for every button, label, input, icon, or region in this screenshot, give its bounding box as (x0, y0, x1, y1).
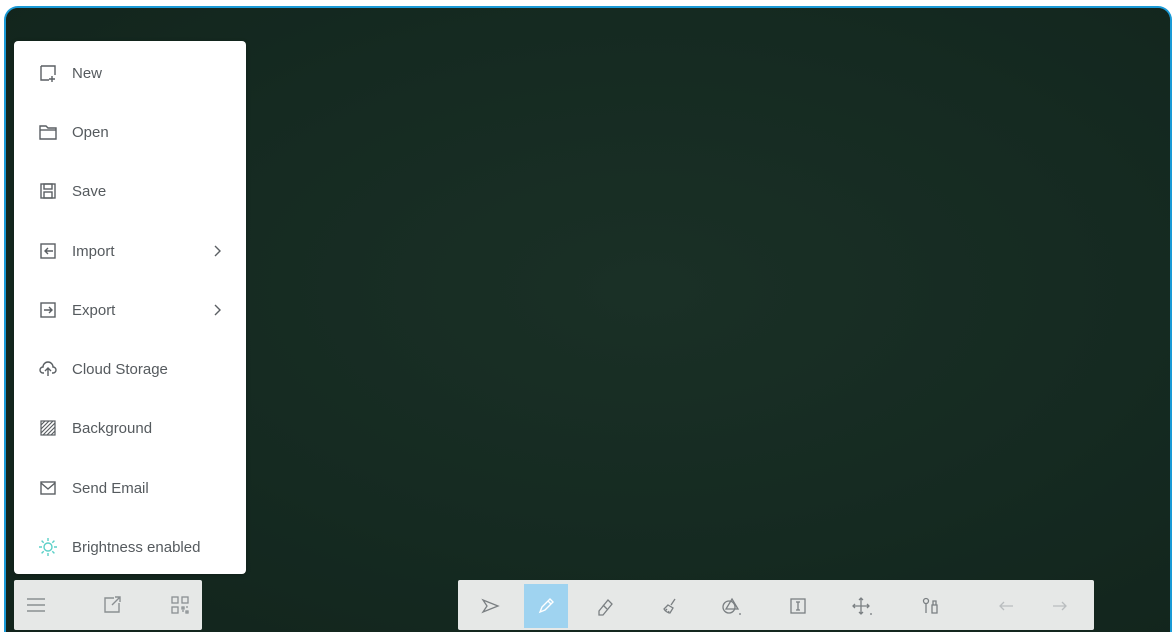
shape-icon (721, 596, 743, 616)
tools-button[interactable] (908, 584, 952, 628)
eraser-tool-button[interactable] (582, 584, 626, 628)
tools-icon (920, 596, 940, 616)
save-icon (38, 181, 58, 201)
share-button[interactable] (94, 588, 130, 622)
text-box-tool-button[interactable] (776, 584, 820, 628)
menu-item-label: Brightness enabled (72, 538, 201, 556)
menu-item-save[interactable]: Save (14, 166, 246, 216)
clear-icon (660, 596, 680, 616)
menu-item-label: New (72, 64, 103, 82)
qr-code-icon (170, 595, 190, 615)
left-toolbar (14, 580, 202, 630)
menu-item-open[interactable]: Open (14, 107, 246, 157)
mail-icon (38, 478, 58, 498)
folder-icon (38, 122, 58, 142)
menu-item-cloud-storage[interactable]: Cloud Storage (14, 344, 246, 394)
pen-icon (536, 596, 556, 616)
menu-item-label: Save (72, 182, 107, 200)
share-icon (102, 595, 122, 615)
chevron-right-icon (210, 300, 224, 320)
drawing-toolbar (458, 580, 1094, 630)
menu-item-import[interactable]: Import (14, 226, 246, 276)
new-file-icon (38, 63, 58, 83)
whiteboard-window: New Open Save Import Export Cloud Storag… (4, 6, 1172, 632)
menu-item-background[interactable]: Background (14, 403, 246, 453)
brightness-icon (38, 537, 58, 557)
chevron-right-icon (210, 241, 224, 261)
text-box-icon (788, 596, 808, 616)
export-icon (38, 300, 58, 320)
import-icon (38, 241, 58, 261)
shape-tool-button[interactable] (710, 584, 754, 628)
menu-item-label: Send Email (72, 479, 149, 497)
qr-code-button[interactable] (162, 588, 198, 622)
pen-tool-button[interactable] (524, 584, 568, 628)
menu-item-brightness[interactable]: Brightness enabled (14, 522, 246, 572)
select-icon (480, 596, 500, 616)
menu-item-label: Background (72, 419, 153, 437)
background-icon (38, 418, 58, 438)
move-tool-button[interactable] (840, 584, 884, 628)
menu-item-label: Cloud Storage (72, 360, 168, 378)
move-icon (851, 596, 873, 616)
menu-item-new[interactable]: New (14, 48, 246, 98)
menu-item-export[interactable]: Export (14, 285, 246, 335)
select-tool-button[interactable] (468, 584, 512, 628)
menu-button[interactable] (18, 588, 54, 622)
menu-item-label: Open (72, 123, 109, 141)
redo-button[interactable] (1038, 584, 1082, 628)
undo-button[interactable] (984, 584, 1028, 628)
redo-icon (1051, 599, 1069, 613)
undo-icon (997, 599, 1015, 613)
cloud-upload-icon (38, 359, 58, 379)
clear-tool-button[interactable] (648, 584, 692, 628)
menu-item-label: Export (72, 301, 116, 319)
main-menu: New Open Save Import Export Cloud Storag… (14, 41, 246, 574)
menu-item-label: Import (72, 242, 115, 260)
eraser-icon (594, 596, 614, 616)
menu-icon (26, 596, 46, 614)
menu-item-send-email[interactable]: Send Email (14, 463, 246, 513)
